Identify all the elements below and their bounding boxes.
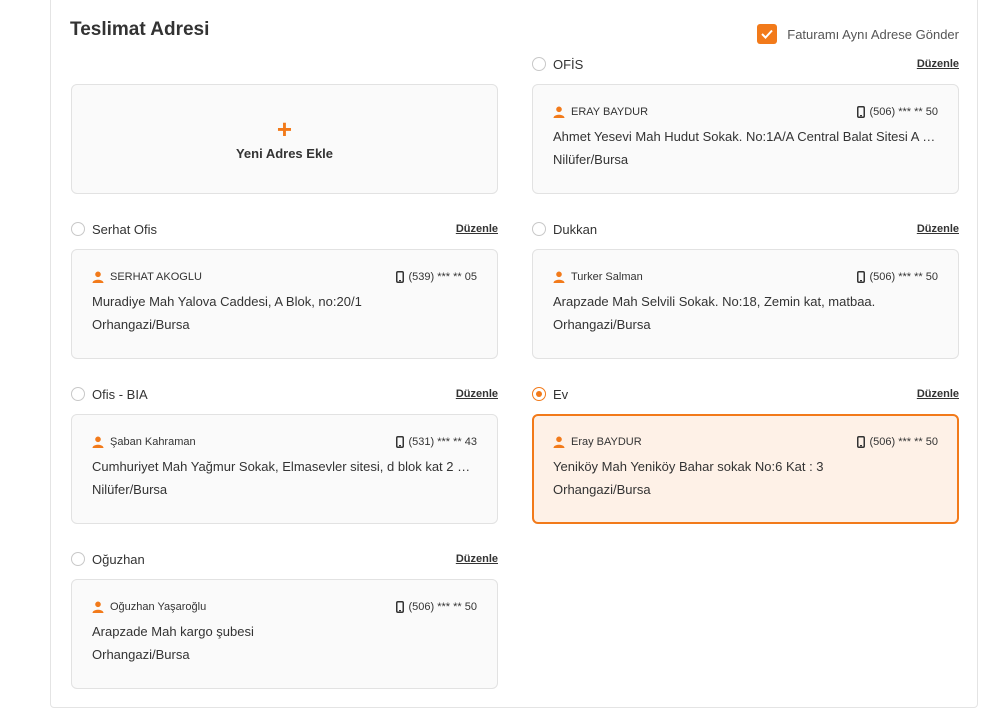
address-header: OFİS Düzenle [532, 54, 959, 74]
person-icon [92, 436, 104, 448]
recipient-phone: (506) *** ** 50 [869, 106, 939, 118]
checkmark-icon [761, 29, 773, 39]
phone-icon [395, 601, 404, 613]
address-radio[interactable] [532, 222, 546, 236]
recipient-name: Şaban Kahraman [110, 436, 196, 448]
phone-icon [856, 271, 865, 283]
address-city: Nilüfer/Bursa [92, 482, 168, 497]
address-radio[interactable] [71, 552, 85, 566]
phone-icon [856, 106, 865, 118]
address-radio[interactable] [532, 57, 546, 71]
address-header: Serhat Ofis Düzenle [71, 219, 498, 239]
address-header: Ev Düzenle [532, 384, 959, 404]
person-icon [553, 436, 565, 448]
address-title: Ofis - BIA [92, 386, 148, 402]
address-line: Muradiye Mah Yalova Caddesi, A Blok, no:… [92, 294, 362, 309]
recipient-name: ERAY BAYDUR [571, 106, 649, 118]
address-radio[interactable] [71, 222, 85, 236]
invoice-checkbox[interactable] [757, 24, 778, 44]
address-header: Ofis - BIA Düzenle [71, 384, 498, 404]
add-address-button[interactable]: + Yeni Adres Ekle [71, 84, 498, 194]
add-address-label: Yeni Adres Ekle [235, 145, 334, 161]
same-invoice-address-option[interactable]: Faturamı Aynı Adrese Gönder [757, 23, 959, 45]
address-city: Nilüfer/Bursa [553, 152, 629, 167]
address-card-selected[interactable]: Eray BAYDUR (506) *** ** 50 Yeniköy Mah … [532, 414, 959, 524]
page-title: Teslimat Adresi [70, 19, 210, 40]
plus-icon: + [276, 113, 293, 144]
address-city: Orhangazi/Bursa [553, 482, 651, 497]
edit-address-link[interactable]: Düzenle [456, 223, 498, 235]
address-title: Ev [553, 386, 569, 402]
address-city: Orhangazi/Bursa [92, 647, 190, 662]
edit-address-link[interactable]: Düzenle [917, 388, 959, 400]
address-line: Cumhuriyet Mah Yağmur Sokak, Elmasevler … [92, 459, 477, 474]
person-icon [92, 601, 104, 613]
edit-address-link[interactable]: Düzenle [456, 553, 498, 565]
address-city: Orhangazi/Bursa [92, 317, 190, 332]
address-header: Dukkan Düzenle [532, 219, 959, 239]
address-line: Arapzade Mah kargo şubesi [92, 624, 254, 639]
edit-address-link[interactable]: Düzenle [917, 223, 959, 235]
recipient-phone: (506) *** ** 50 [408, 601, 478, 613]
recipient-name: Turker Salman [571, 271, 643, 283]
invoice-checkbox-label: Faturamı Aynı Adrese Gönder [787, 26, 959, 42]
address-title: Dukkan [553, 221, 598, 237]
address-city: Orhangazi/Bursa [553, 317, 651, 332]
address-title: OFİS [553, 56, 584, 72]
address-line: Arapzade Mah Selvili Sokak. No:18, Zemin… [553, 294, 876, 309]
recipient-phone: (539) *** ** 05 [408, 271, 478, 283]
person-icon [92, 271, 104, 283]
address-radio[interactable] [71, 387, 85, 401]
address-title: Serhat Ofis [92, 221, 158, 237]
address-line: Ahmet Yesevi Mah Hudut Sokak. No:1A/A Ce… [553, 129, 938, 144]
recipient-name: Eray BAYDUR [571, 436, 642, 448]
phone-icon [395, 436, 404, 448]
person-icon [553, 106, 565, 118]
address-header: Oğuzhan Düzenle [71, 549, 498, 569]
phone-icon [856, 436, 865, 448]
recipient-phone: (531) *** ** 43 [408, 436, 478, 448]
recipient-phone: (506) *** ** 50 [869, 436, 939, 448]
recipient-phone: (506) *** ** 50 [869, 271, 939, 283]
address-card[interactable]: Şaban Kahraman (531) *** ** 43 Cumhuriye… [71, 414, 498, 524]
address-card[interactable]: SERHAT AKOGLU (539) *** ** 05 Muradiye M… [71, 249, 498, 359]
recipient-name: Oğuzhan Yaşaroğlu [110, 601, 207, 613]
edit-address-link[interactable]: Düzenle [456, 388, 498, 400]
address-radio-selected[interactable] [532, 387, 546, 401]
phone-icon [395, 271, 404, 283]
address-card[interactable]: ERAY BAYDUR (506) *** ** 50 Ahmet Yesevi… [532, 84, 959, 194]
address-card[interactable]: Oğuzhan Yaşaroğlu (506) *** ** 50 Arapza… [71, 579, 498, 689]
address-line: Yeniköy Mah Yeniköy Bahar sokak No:6 Kat… [553, 459, 824, 474]
recipient-name: SERHAT AKOGLU [110, 271, 202, 283]
address-title: Oğuzhan [92, 551, 145, 567]
edit-address-link[interactable]: Düzenle [917, 58, 959, 70]
address-card[interactable]: Turker Salman (506) *** ** 50 Arapzade M… [532, 249, 959, 359]
person-icon [553, 271, 565, 283]
